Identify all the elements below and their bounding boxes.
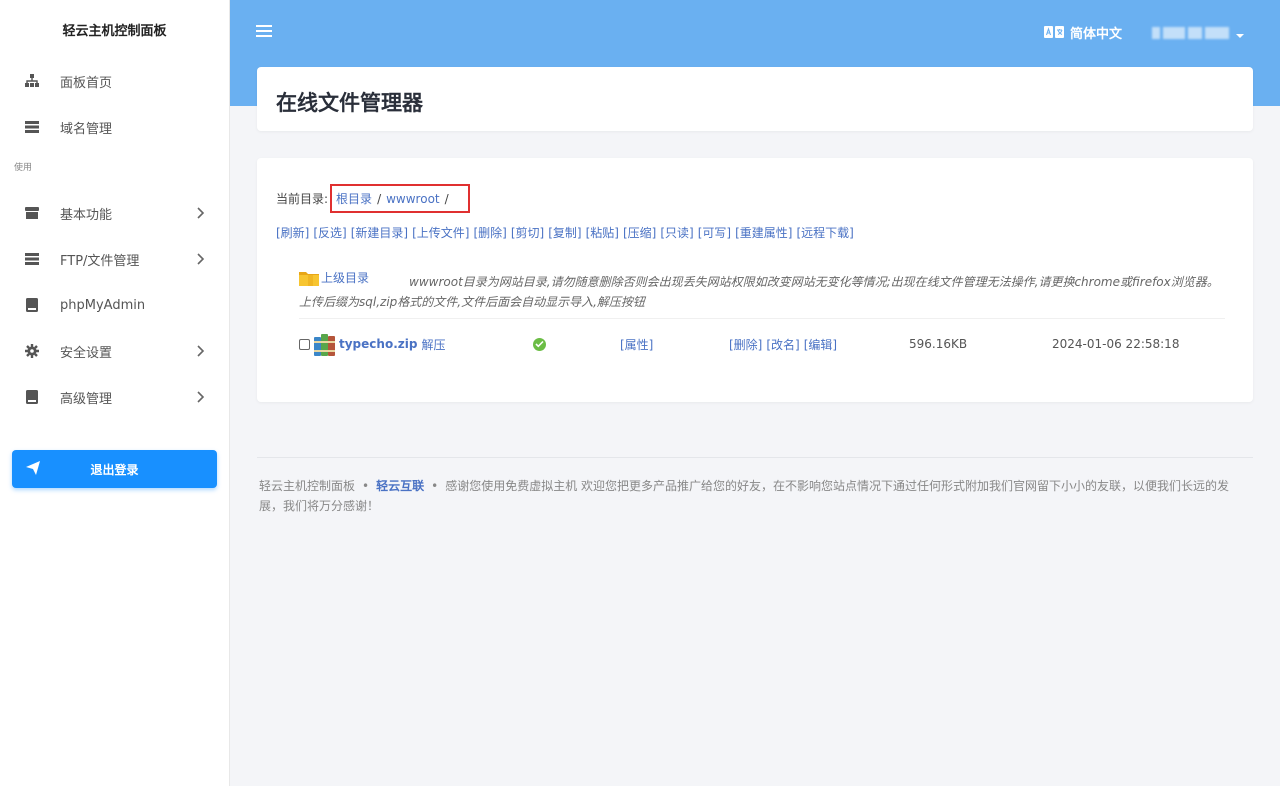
sidebar-item-advanced[interactable]: 高级管理 — [0, 374, 229, 420]
paste-action[interactable]: [粘贴] — [586, 226, 619, 240]
file-name-link[interactable]: typecho.zip — [339, 337, 417, 351]
unzip-action[interactable]: 解压 — [421, 336, 445, 353]
sidebar-item-security[interactable]: 安全设置 — [0, 328, 229, 374]
caret-down-icon — [1236, 28, 1246, 38]
sidebar-item-label: FTP/文件管理 — [60, 253, 140, 269]
copy-action[interactable]: [复制] — [548, 226, 581, 240]
folder-icon — [299, 272, 319, 286]
row-divider — [299, 318, 1225, 319]
sidebar-item-label: 基本功能 — [60, 207, 113, 223]
status-ok — [533, 330, 546, 358]
readonly-action[interactable]: [只读] — [660, 226, 693, 240]
delete-action[interactable]: [删除] — [474, 226, 507, 240]
breadcrumb-separator: / — [444, 191, 449, 206]
action-toolbar: [刷新] [反选] [新建目录] [上传文件] [删除] [剪切] [复制] [粘贴] [压缩]… — [276, 224, 858, 241]
page-title: 在线文件管理器 — [276, 91, 423, 115]
file-size: 596.16KB — [909, 337, 968, 351]
file-delete-link[interactable]: [删除] — [729, 336, 762, 353]
file-ops-cell: [删除] [改名] [编辑] — [729, 330, 841, 358]
footer: 轻云主机控制面板 • 轻云互联 • 感谢您使用免费虚拟主机 欢迎您把更多产品推广给您的好… — [259, 476, 1234, 516]
footer-link[interactable]: 轻云互联 — [376, 479, 424, 493]
compress-action[interactable]: [压缩] — [623, 226, 656, 240]
sidebar-item-label: 安全设置 — [60, 345, 113, 361]
language-label: 简体中文 — [1070, 26, 1123, 42]
current-directory: 当前目录: 根目录 / wwwroot / — [276, 184, 470, 213]
title-card: 在线文件管理器 — [257, 67, 1253, 131]
server-icon — [24, 251, 40, 267]
breadcrumb: 根目录 / wwwroot / — [330, 184, 470, 213]
logout-button[interactable]: 退出登录 — [12, 450, 217, 488]
upload-file-action[interactable]: [上传文件] — [412, 226, 469, 240]
sidebar-section-label: 使用 — [14, 163, 33, 173]
footer-dot: • — [431, 479, 439, 493]
book-icon — [24, 389, 40, 405]
current-dir-label: 当前目录: — [276, 192, 329, 206]
file-modified-date: 2024-01-06 22:58:18 — [1052, 337, 1180, 351]
parent-dir-label: 上级目录 — [321, 271, 370, 285]
parent-dir-row: 上级目录 wwwroot目录为网站目录,请勿随意删除否则会出现丢失网站权限如改变… — [299, 268, 1229, 312]
check-circle-icon — [533, 337, 546, 351]
user-menu[interactable] — [1152, 26, 1246, 40]
sidebar-item-basic[interactable]: 基本功能 — [0, 190, 229, 236]
sidebar: 轻云主机控制面板 面板首页 域名管理 使用 基本功能 FTP/文件管理 phpM… — [0, 0, 230, 786]
sitemap-icon — [24, 73, 40, 89]
gear-icon — [24, 343, 40, 359]
footer-divider — [257, 457, 1253, 458]
footer-brand: 轻云主机控制面板 — [259, 479, 356, 493]
sidebar-brand: 轻云主机控制面板 — [62, 23, 167, 39]
file-rename-link[interactable]: [改名] — [766, 336, 799, 353]
sidebar-item-home[interactable]: 面板首页 — [0, 58, 229, 104]
sidebar-item-label: 面板首页 — [60, 75, 113, 91]
cut-action[interactable]: [剪切] — [511, 226, 544, 240]
refresh-action[interactable]: [刷新] — [276, 226, 309, 240]
footer-dot: • — [362, 479, 370, 493]
file-name-cell: typecho.zip 解压 — [313, 330, 445, 358]
remote-download-action[interactable]: [远程下载] — [797, 226, 854, 240]
translate-icon — [1044, 25, 1064, 39]
sidebar-item-label: 高级管理 — [60, 391, 113, 407]
chevron-right-icon — [193, 251, 209, 267]
directory-notice: wwwroot目录为网站目录,请勿随意删除否则会出现丢失网站权限如改变网站无变化… — [299, 275, 1219, 309]
new-folder-action[interactable]: [新建目录] — [351, 226, 408, 240]
send-icon — [26, 461, 42, 477]
breadcrumb-wwwroot[interactable]: wwwroot — [386, 192, 440, 206]
parent-dir-link[interactable]: 上级目录 — [299, 268, 369, 288]
book-icon — [24, 297, 40, 313]
logout-label: 退出登录 — [90, 462, 139, 477]
rebuild-attr-action[interactable]: [重建属性] — [735, 226, 792, 240]
server-icon — [24, 119, 40, 135]
invert-select-action[interactable]: [反选] — [313, 226, 346, 240]
archive-books-icon — [314, 334, 335, 356]
hamburger-menu-icon[interactable] — [256, 24, 272, 40]
sidebar-item-ftp[interactable]: FTP/文件管理 — [0, 236, 229, 282]
file-attr-cell: [属性] — [620, 330, 653, 358]
chevron-right-icon — [193, 205, 209, 221]
username-redacted — [1152, 27, 1232, 39]
file-checkbox[interactable] — [299, 330, 310, 358]
store-icon — [24, 205, 40, 221]
breadcrumb-separator: / — [377, 191, 382, 206]
sidebar-item-domain[interactable]: 域名管理 — [0, 104, 229, 150]
writable-action[interactable]: [可写] — [698, 226, 731, 240]
attributes-link[interactable]: [属性] — [620, 336, 653, 353]
file-manager-card: 当前目录: 根目录 / wwwroot / [刷新] [反选] [新建目录] [上传文… — [257, 158, 1253, 402]
sidebar-item-label: phpMyAdmin — [60, 297, 146, 313]
table-row: typecho.zip 解压 [属性] [删除] [改名] [编辑] 596.1… — [299, 330, 1225, 358]
file-edit-link[interactable]: [编辑] — [804, 336, 837, 353]
chevron-right-icon — [193, 389, 209, 405]
language-selector[interactable]: 简体中文 — [1044, 22, 1122, 42]
sidebar-item-phpmyadmin[interactable]: phpMyAdmin — [0, 282, 229, 328]
breadcrumb-root[interactable]: 根目录 — [336, 190, 372, 207]
sidebar-item-label: 域名管理 — [60, 121, 113, 137]
chevron-right-icon — [193, 343, 209, 359]
